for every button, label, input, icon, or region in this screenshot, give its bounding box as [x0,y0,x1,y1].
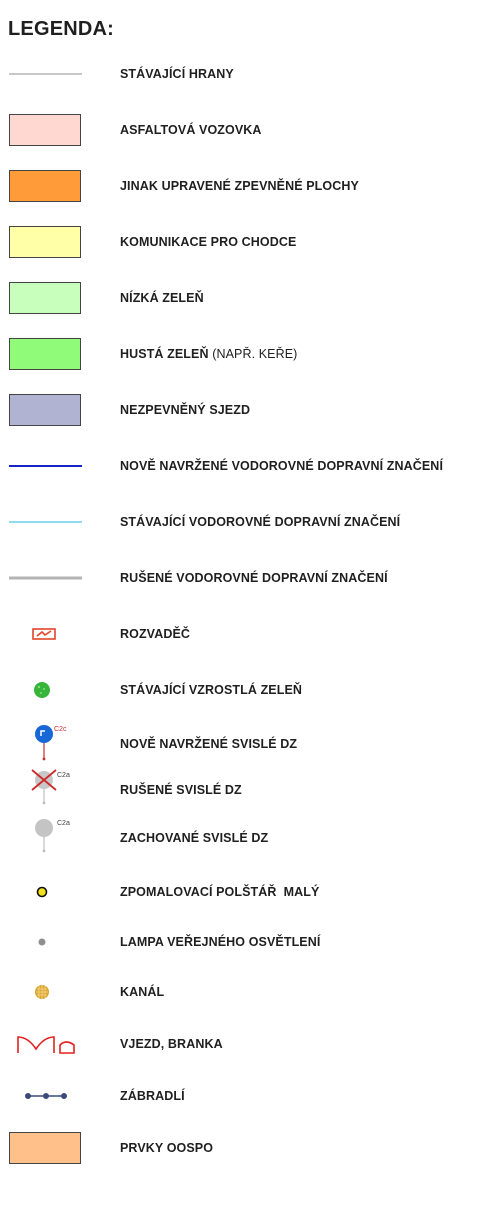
legend-item-dense-greenery: HUSTÁ ZELEŇ (NAPŘ. KEŘE) [0,334,485,374]
label-suffix: (NAPŘ. KEŘE) [212,347,298,361]
legend-label: LAMPA VEŘEJNÉHO OSVĚTLENÍ [120,935,321,949]
oospo-swatch [9,1132,81,1164]
legend-label: KANÁL [120,985,165,999]
railing-icon [25,1093,67,1099]
legend-label: NOVĚ NAVRŽENÉ VODOROVNÉ DOPRAVNÍ ZNAČENÍ [120,459,444,473]
legend-item-existing-horizontal-marking: STÁVAJÍCÍ VODOROVNÉ DOPRAVNÍ ZNAČENÍ [0,502,485,542]
sign-code-text: C2c [54,726,67,733]
legend-item-tree: STÁVAJÍCÍ VZROSTLÁ ZELEŇ [0,670,485,710]
legend-item-existing-edges: STÁVAJÍCÍ HRANY [0,54,485,94]
legend-item-oospo: PRVKY OOSPO [0,1128,485,1168]
low-greenery-swatch [9,282,81,314]
street-lamp-icon [38,938,46,946]
legend-item-unpaved-exit: NEZPEVNĚNÝ SJEZD [0,390,485,430]
tree-icon [34,682,50,698]
existing-edge-line-icon [9,73,82,75]
legend-label: RUŠENÉ VODOROVNÉ DOPRAVNÍ ZNAČENÍ [120,571,388,585]
legend-title: LEGENDA: [8,18,115,40]
legend-label: STÁVAJÍCÍ HRANY [120,67,234,81]
new-horizontal-marking-line-icon [9,465,82,467]
legend-label: NEZPEVNĚNÝ SJEZD [120,403,251,417]
legend-label: NOVĚ NAVRŽENÉ SVISLÉ DZ [120,737,298,751]
gate-icon [17,1036,75,1054]
legend-item-switchboard: ROZVADĚČ [0,614,485,654]
legend-item-kept-vertical-sign: C2a ZACHOVANÉ SVISLÉ DZ [0,818,485,858]
paved-area-swatch [9,170,81,202]
legend-label: STÁVAJÍCÍ VZROSTLÁ ZELEŇ [120,683,303,697]
label-main: HUSTÁ ZELEŇ [120,347,209,361]
sign-code-text: C2a [57,820,70,827]
legend-item-asphalt-road: ASFALTOVÁ VOZOVKA [0,110,485,150]
legend-label: STÁVAJÍCÍ VODOROVNÉ DOPRAVNÍ ZNAČENÍ [120,515,401,529]
new-vertical-sign-icon: C2c [35,725,67,761]
legend-item-removed-vertical-sign: C2a RUŠENÉ SVISLÉ DZ [0,769,485,810]
legend-item-new-vertical-sign: C2c NOVĚ NAVRŽENÉ SVISLÉ DZ [0,724,485,764]
legend-label: RUŠENÉ SVISLÉ DZ [120,783,242,797]
legend-item-new-horizontal-marking: NOVĚ NAVRŽENÉ VODOROVNÉ DOPRAVNÍ ZNAČENÍ [0,446,485,486]
existing-horizontal-marking-line-icon [9,521,82,523]
legend-item-low-greenery: NÍZKÁ ZELEŇ [0,278,485,318]
dense-greenery-swatch [9,338,81,370]
legend-item-railing: ZÁBRADLÍ [0,1076,485,1116]
switchboard-icon [32,628,56,640]
legend-label: KOMUNIKACE PRO CHODCE [120,235,297,249]
manhole-icon [35,985,49,999]
legend-label: ROZVADĚČ [120,627,191,641]
legend-label: PRVKY OOSPO [120,1141,214,1155]
legend-item-pedestrian: KOMUNIKACE PRO CHODCE [0,222,485,262]
legend-label: ZÁBRADLÍ [120,1089,185,1103]
legend-item-paved-areas: JINAK UPRAVENÉ ZPEVNĚNÉ PLOCHY [0,166,485,206]
removed-vertical-sign-icon: C2a [31,769,70,805]
unpaved-exit-swatch [9,394,81,426]
legend-item-manhole: KANÁL [0,972,485,1012]
pedestrian-swatch [9,226,81,258]
legend-item-gate: VJEZD, BRANKA [0,1024,485,1064]
legend-item-street-lamp: LAMPA VEŘEJNÉHO OSVĚTLENÍ [0,922,485,962]
legend-label: ASFALTOVÁ VOZOVKA [120,123,262,137]
removed-horizontal-marking-line-icon [9,576,82,580]
sign-code-text: C2a [57,772,70,779]
legend-label: NÍZKÁ ZELEŇ [120,291,204,305]
kept-vertical-sign-icon: C2a [35,819,70,853]
legend-item-speed-cushion: ZPOMALOVACÍ POLŠTÁŘ MALÝ [0,872,485,912]
speed-cushion-icon [36,886,48,898]
legend-label: JINAK UPRAVENÉ ZPEVNĚNÉ PLOCHY [120,179,359,193]
legend-label: ZACHOVANÉ SVISLÉ DZ [120,831,269,845]
legend-label: VJEZD, BRANKA [120,1037,223,1051]
legend-label: ZPOMALOVACÍ POLŠTÁŘ MALÝ [120,885,320,899]
legend-label: HUSTÁ ZELEŇ (NAPŘ. KEŘE) [120,347,297,361]
legend-item-removed-horizontal-marking: RUŠENÉ VODOROVNÉ DOPRAVNÍ ZNAČENÍ [0,558,485,598]
asphalt-road-swatch [9,114,81,146]
